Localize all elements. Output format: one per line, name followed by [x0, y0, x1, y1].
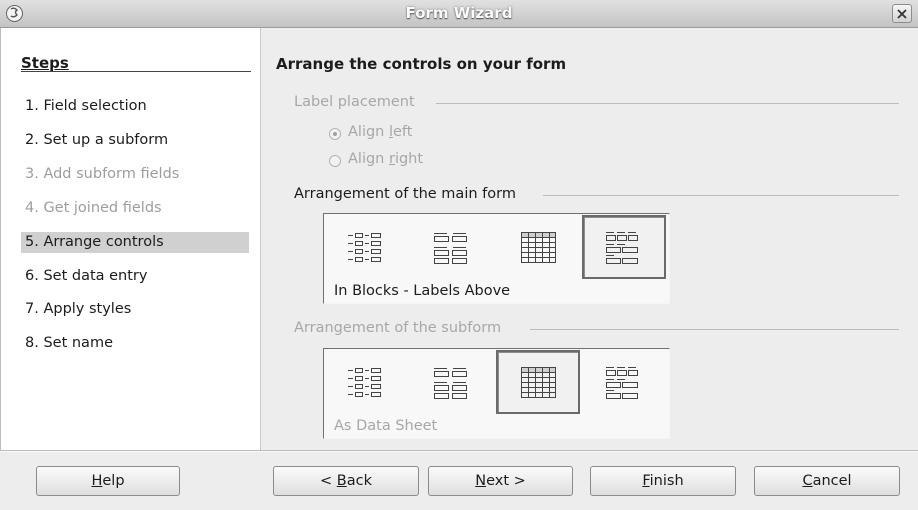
sub-arrangement-selector: As Data Sheet [323, 348, 670, 439]
step-field-selection[interactable]: 1. Field selection [21, 96, 249, 117]
title-bar[interactable]: Form Wizard [0, 0, 918, 28]
in-blocks-labels-above-icon [606, 367, 638, 399]
sub-columnar-labels-above-button[interactable] [410, 350, 494, 414]
main-arrangement-label: Arrangement of the main form [294, 186, 516, 202]
finish-button[interactable]: Finish [590, 466, 736, 496]
label-placement-label: Label placement [294, 94, 415, 110]
main-arrangement-line [543, 195, 899, 196]
sub-in-blocks-labels-above-button[interactable] [582, 350, 666, 414]
columnar-labels-left-icon [348, 368, 381, 397]
step-set-data-entry[interactable]: 6. Set data entry [21, 266, 249, 287]
sub-arrangement-label: Arrangement of the subform [294, 320, 502, 336]
label-placement-line [436, 103, 899, 104]
next-button[interactable]: Next > [428, 466, 573, 496]
step-get-joined-fields: 4. Get joined fields [25, 200, 162, 216]
columnar-labels-left-icon [348, 233, 381, 262]
back-button[interactable]: < Back [273, 466, 419, 496]
main-columnar-labels-above-button[interactable] [410, 215, 494, 279]
help-button[interactable]: Help [36, 466, 180, 496]
main-arrangement-selector: In Blocks - Labels Above [323, 213, 670, 304]
step-arrange-controls[interactable]: 5. Arrange controls [21, 232, 249, 253]
close-button[interactable] [892, 4, 912, 23]
main-in-blocks-labels-above-button[interactable] [582, 215, 666, 279]
cancel-button[interactable]: Cancel [754, 466, 900, 496]
steps-header: Steps [21, 54, 69, 72]
in-blocks-labels-above-icon [606, 232, 638, 264]
sub-arrangement-line [530, 329, 899, 330]
step-apply-styles[interactable]: 7. Apply styles [21, 299, 249, 320]
form-wizard-window: Form Wizard Steps 1. Field selection 2. … [0, 0, 918, 510]
step-add-subform-fields: 3. Add subform fields [25, 166, 180, 182]
step-set-up-subform[interactable]: 2. Set up a subform [21, 130, 249, 151]
columnar-labels-above-icon [434, 368, 467, 399]
align-right-radio[interactable] [329, 155, 341, 167]
sub-arrangement-caption: As Data Sheet [334, 418, 438, 434]
sub-as-data-sheet-button[interactable] [496, 350, 580, 414]
page-title: Arrange the controls on your form [276, 55, 567, 73]
align-left-label: Align left [348, 124, 413, 140]
pane-divider [260, 28, 261, 450]
data-sheet-icon [521, 232, 556, 263]
main-columnar-labels-left-button[interactable] [324, 215, 408, 279]
main-arrangement-caption: In Blocks - Labels Above [334, 283, 511, 299]
sub-columnar-labels-left-button[interactable] [324, 350, 408, 414]
data-sheet-icon [521, 367, 556, 398]
step-set-name[interactable]: 8. Set name [21, 333, 249, 354]
align-left-radio[interactable] [329, 128, 341, 140]
window-title: Form Wizard [405, 4, 513, 22]
close-icon [897, 9, 907, 19]
main-as-data-sheet-button[interactable] [496, 215, 580, 279]
steps-pane: Steps 1. Field selection 2. Set up a sub… [0, 28, 260, 450]
align-right-label: Align right [348, 151, 424, 167]
footer-separator [0, 450, 918, 452]
steps-divider [21, 71, 251, 72]
columnar-labels-above-icon [434, 233, 467, 264]
radio-dot-icon [333, 132, 337, 136]
